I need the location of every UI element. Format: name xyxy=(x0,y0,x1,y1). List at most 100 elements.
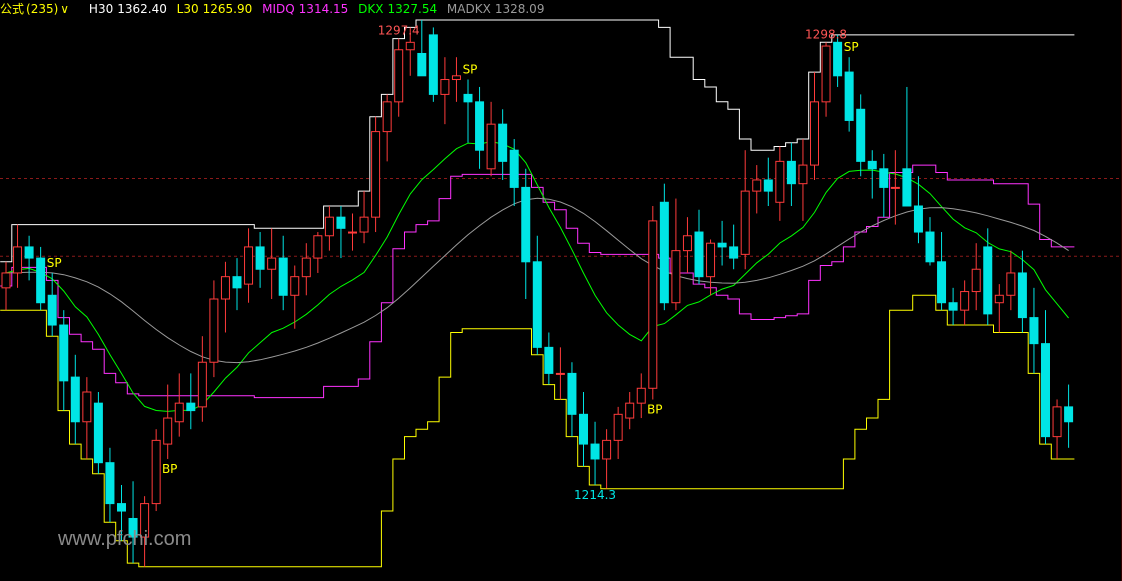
candle-body xyxy=(567,372,577,415)
candle-body xyxy=(509,149,519,188)
candle xyxy=(821,42,831,117)
candle-body xyxy=(532,261,542,348)
low-price-label: 1214.3 xyxy=(574,488,616,502)
candle xyxy=(590,421,600,485)
candle-body xyxy=(47,294,57,326)
candle-body xyxy=(336,216,346,229)
candle xyxy=(983,228,993,326)
candle xyxy=(209,280,219,378)
candle xyxy=(290,265,300,329)
candle-body xyxy=(844,71,854,121)
candle xyxy=(786,142,796,206)
formula-count: (235) xyxy=(26,2,59,16)
candle-body xyxy=(209,298,219,363)
candle-body xyxy=(833,41,843,77)
indicator-midq-value: 1314.15 xyxy=(298,2,349,16)
candle-body xyxy=(971,268,981,293)
candle-body xyxy=(579,413,588,445)
candle-body xyxy=(1017,272,1027,319)
candle xyxy=(1029,287,1039,374)
candle xyxy=(382,94,392,162)
candle-body xyxy=(856,108,866,162)
indicator-midq: MIDQ 1314.15 xyxy=(262,2,352,16)
candle-body xyxy=(763,179,773,192)
candle xyxy=(659,183,669,311)
candle xyxy=(579,392,588,467)
candle-body xyxy=(879,168,889,188)
candle xyxy=(636,373,646,419)
candle xyxy=(671,198,681,311)
candle xyxy=(937,232,947,311)
candle-body xyxy=(671,250,681,304)
indicator-h30-value: 1362.40 xyxy=(117,2,167,16)
candle xyxy=(13,224,23,288)
candle-body xyxy=(717,242,727,248)
candle xyxy=(244,228,254,303)
candle-body xyxy=(659,201,669,304)
candle xyxy=(682,217,692,273)
candle xyxy=(486,101,496,177)
candle xyxy=(1052,399,1062,459)
indicator-dkx: DKX 1327.54 xyxy=(358,2,441,16)
candle xyxy=(1,261,11,311)
candle xyxy=(856,94,866,177)
high-price-label: 1297.4 xyxy=(378,24,420,38)
candle-body xyxy=(602,439,612,460)
candle-body xyxy=(405,41,415,51)
sp-signal: SP xyxy=(844,40,859,54)
bp-signal: BP xyxy=(162,462,177,476)
candle xyxy=(197,336,207,422)
price-chart[interactable]: 1297.4 1298.8 1214.3 SP BP SP BP SP xyxy=(0,0,1122,581)
candle xyxy=(1064,384,1074,448)
candle xyxy=(555,347,565,400)
candle-body xyxy=(890,186,900,189)
candle xyxy=(348,213,357,251)
candle xyxy=(532,235,542,355)
candle-body xyxy=(463,93,473,103)
candle xyxy=(255,232,265,288)
candle-body xyxy=(82,391,92,423)
candle-body xyxy=(163,417,173,445)
candle xyxy=(602,429,612,489)
candle-body xyxy=(521,186,531,263)
candle-body xyxy=(267,257,277,270)
candle-body xyxy=(636,387,646,404)
candle xyxy=(648,206,658,400)
candle-body xyxy=(232,276,242,289)
candle xyxy=(1006,250,1016,311)
chevron-down-icon[interactable]: ∨ xyxy=(60,2,69,16)
candle xyxy=(105,447,115,523)
indicator-h30: H30 1362.40 xyxy=(89,2,171,16)
candle xyxy=(625,392,635,430)
candle xyxy=(717,220,727,266)
candle-body xyxy=(324,216,334,237)
candle-body xyxy=(902,168,912,207)
candle-body xyxy=(382,101,392,133)
candle-body xyxy=(948,302,958,311)
formula-selector[interactable]: 公式 (235) ∨ xyxy=(0,2,79,16)
candle-body xyxy=(555,372,565,375)
indicator-madkx: MADKX 1328.09 xyxy=(447,2,545,16)
candle-body xyxy=(244,246,254,285)
indicator-h30-name: H30 xyxy=(88,2,114,16)
candle xyxy=(971,243,981,311)
indicator-madkx-value: 1328.09 xyxy=(494,2,545,16)
candle-body xyxy=(348,231,357,234)
candle xyxy=(451,57,461,102)
candle-body xyxy=(752,179,762,192)
candle-body xyxy=(220,276,230,300)
candles xyxy=(1,20,1074,567)
candle-body xyxy=(70,376,80,423)
candle xyxy=(371,116,381,233)
candle xyxy=(174,373,184,437)
candle-body xyxy=(625,402,635,419)
candle-body xyxy=(694,231,704,278)
candle-body xyxy=(428,34,438,95)
candle xyxy=(925,217,935,266)
candle xyxy=(82,377,92,459)
candle xyxy=(544,332,554,385)
candle-body xyxy=(740,190,750,255)
candle xyxy=(498,109,508,180)
candle xyxy=(394,38,404,117)
candle-body xyxy=(729,246,739,259)
